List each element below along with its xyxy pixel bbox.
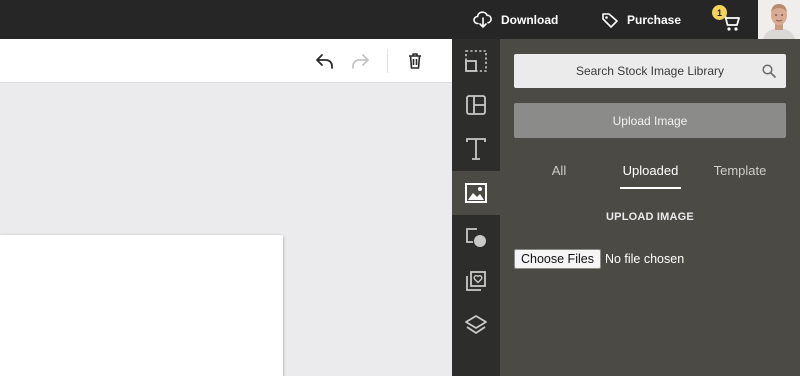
choose-files-button[interactable]: Choose Files: [514, 249, 601, 269]
rail-item-text[interactable]: [452, 127, 500, 171]
redo-icon: [352, 54, 369, 69]
tag-icon: [602, 12, 618, 28]
tab-uploaded[interactable]: Uploaded: [620, 163, 681, 189]
design-page[interactable]: [0, 235, 283, 376]
download-label: Download: [501, 12, 559, 27]
rail-item-shapes[interactable]: [452, 215, 500, 259]
canvas-workspace: [0, 39, 452, 376]
image-panel: Search Stock Image Library Upload Image …: [500, 39, 800, 376]
rail-item-crop[interactable]: [452, 39, 500, 83]
search-label: Search Stock Image Library: [575, 64, 725, 78]
stock-search-button[interactable]: Search Stock Image Library: [514, 54, 786, 88]
undo-button[interactable]: [314, 50, 336, 72]
shapes-icon: [466, 228, 486, 247]
image-icon: [465, 183, 487, 203]
purchase-label: Purchase: [627, 12, 682, 27]
download-button[interactable]: Download: [473, 0, 558, 39]
search-icon: [762, 64, 776, 78]
rail-item-layout[interactable]: [452, 83, 500, 127]
file-status: No file chosen: [604, 252, 685, 266]
cloud-download-icon: [473, 10, 492, 28]
delete-icon: [409, 53, 421, 69]
file-upload-control: Choose Files No file chosen: [514, 249, 684, 269]
redo-button[interactable]: [349, 50, 371, 72]
rail-item-favorites[interactable]: [452, 259, 500, 303]
layout-icon: [466, 95, 486, 115]
favorites-icon: [466, 271, 486, 291]
purchase-button[interactable]: Purchase: [601, 0, 681, 39]
user-photo: [758, 0, 800, 39]
rail-item-layers[interactable]: [452, 303, 500, 347]
cart-count-badge: 1: [712, 5, 727, 20]
upload-image-button[interactable]: Upload Image: [514, 103, 786, 138]
editor-toolbar: [0, 39, 452, 83]
tool-rail: [452, 39, 500, 376]
text-icon: [466, 138, 486, 160]
layers-icon: [465, 315, 487, 334]
cart-button[interactable]: 1: [712, 5, 742, 32]
undo-icon: [316, 54, 333, 69]
rail-item-image[interactable]: [452, 171, 500, 215]
delete-button[interactable]: [404, 50, 426, 72]
upload-section-title: UPLOAD IMAGE: [606, 211, 694, 223]
toolbar-divider: [387, 49, 388, 73]
crop-icon: [465, 50, 487, 72]
tab-all[interactable]: All: [546, 163, 572, 189]
tab-template[interactable]: Template: [708, 163, 772, 189]
avatar[interactable]: [758, 0, 800, 39]
top-bar: Download Purchase 1: [0, 0, 800, 39]
